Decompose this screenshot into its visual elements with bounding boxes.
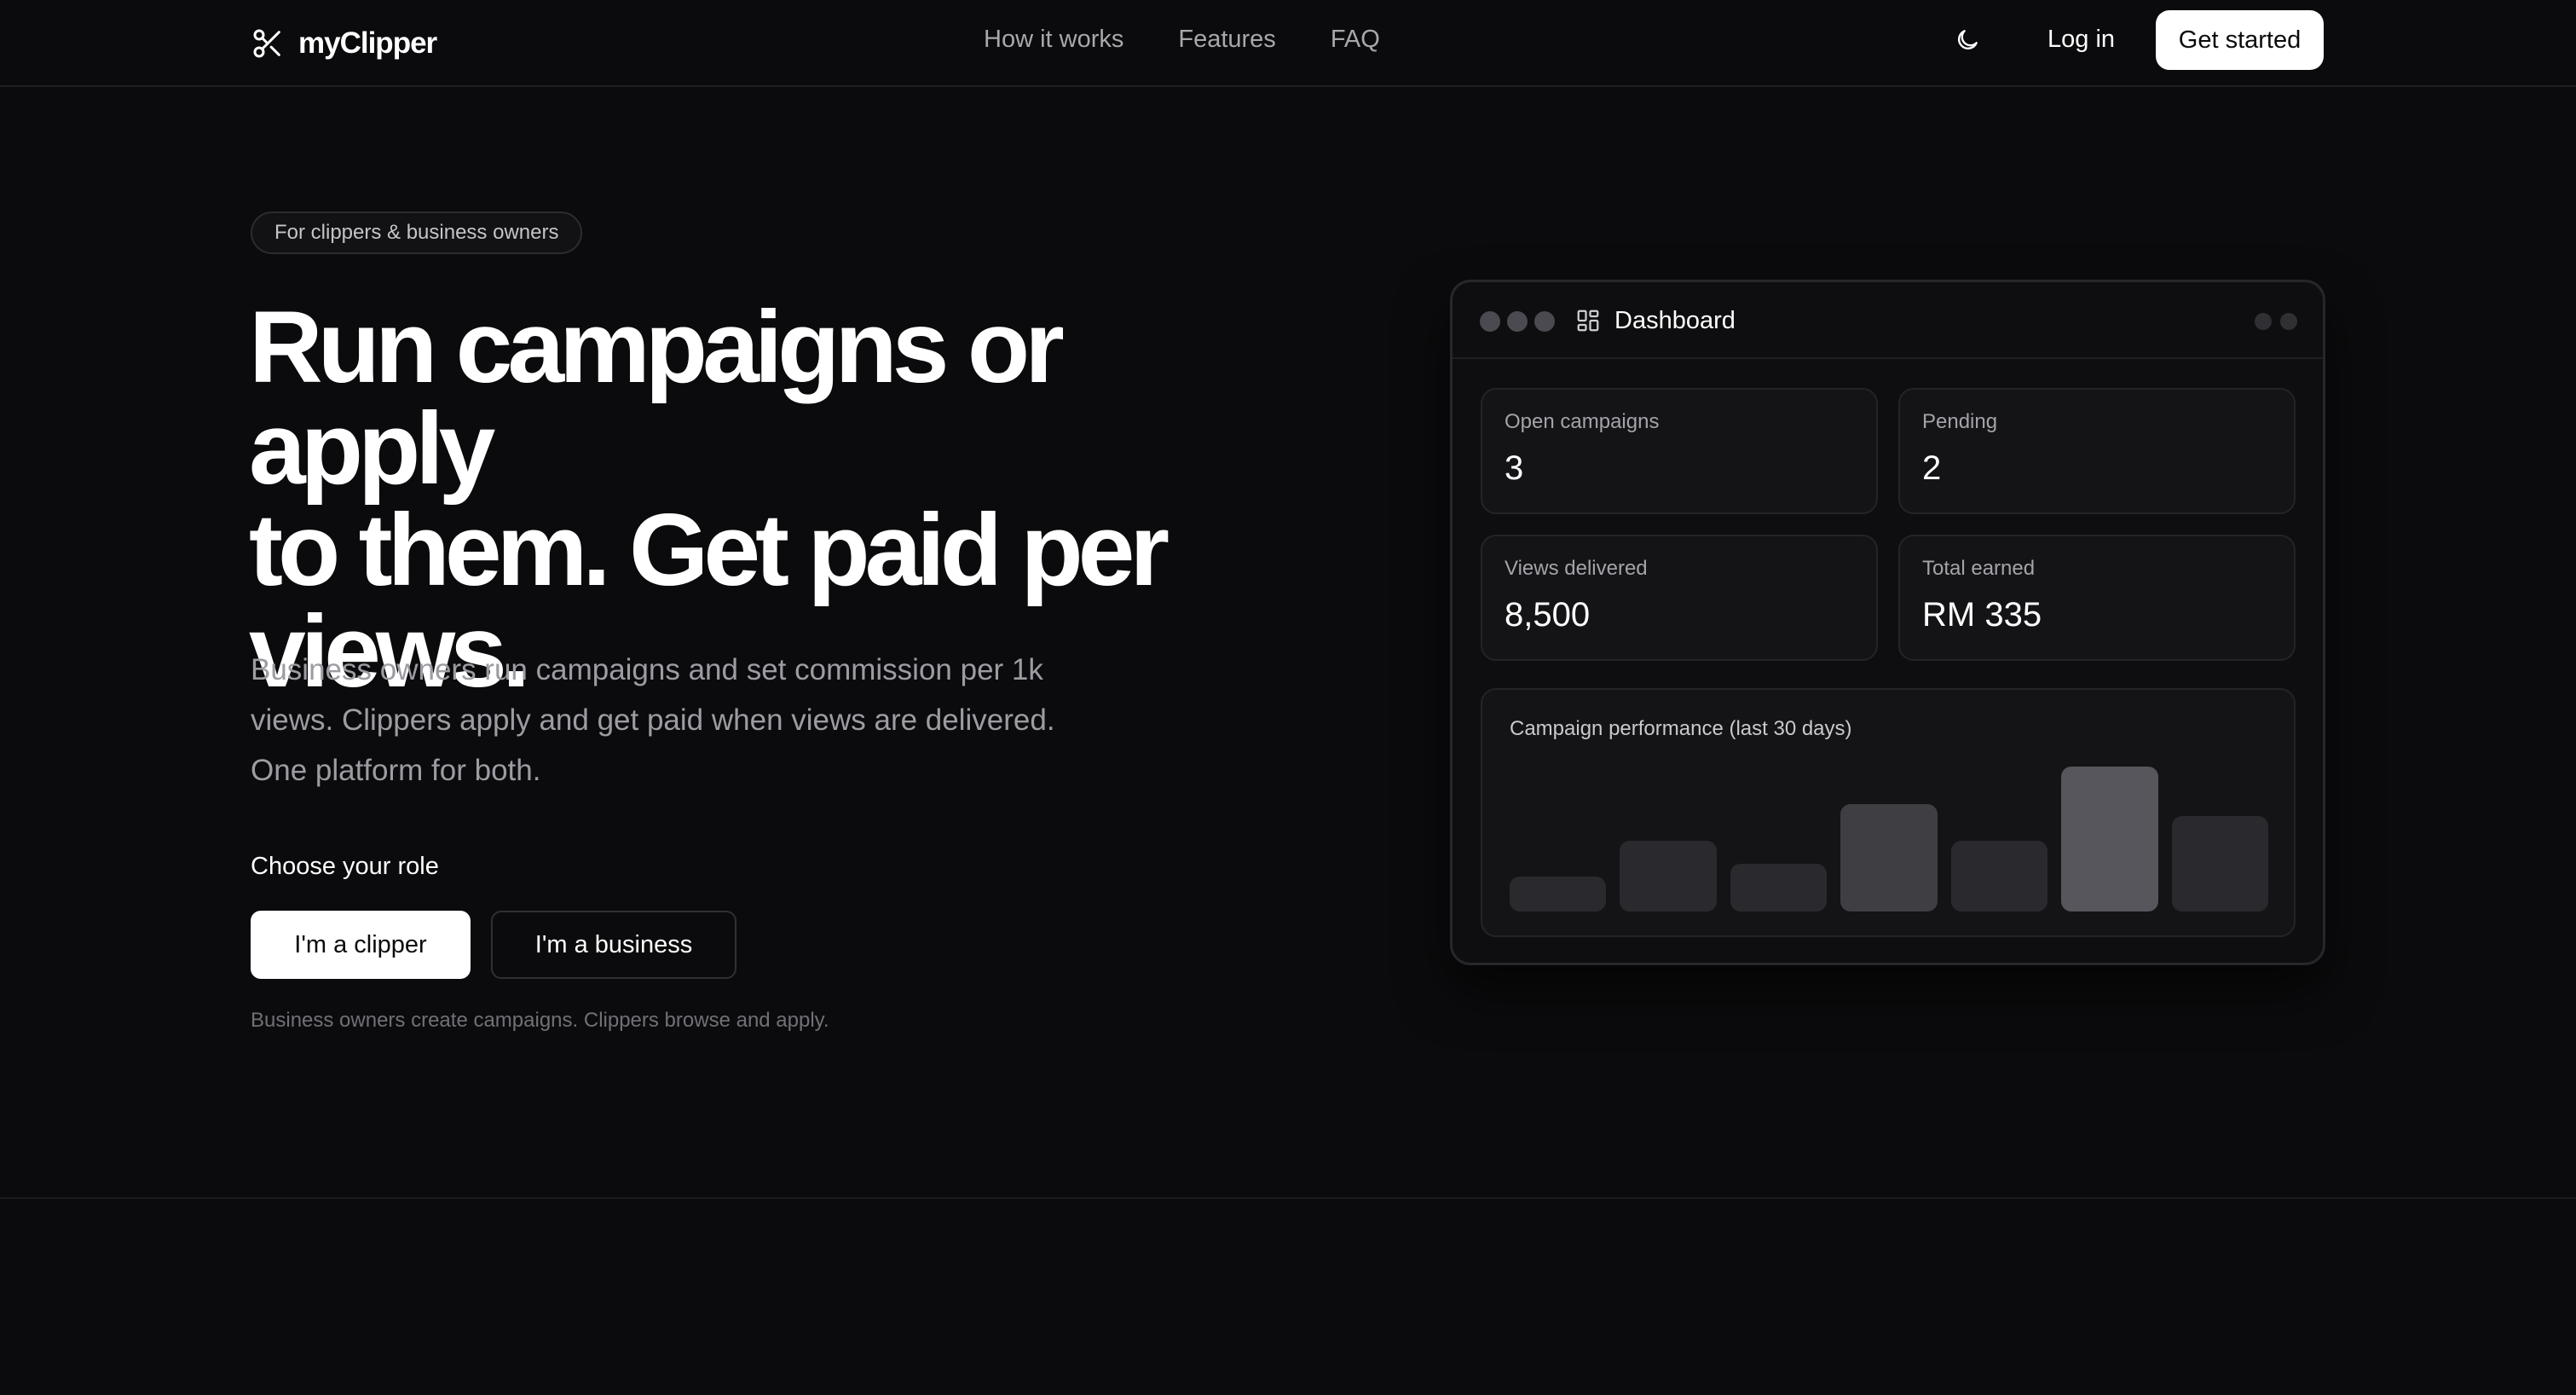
stat-value: 8,500: [1505, 596, 1591, 634]
brand-name: myClipper: [298, 26, 437, 60]
chart-bar: [2171, 816, 2268, 912]
stat-label: Views delivered: [1505, 557, 1648, 580]
headline-line: to them. Get paid per: [249, 493, 1170, 607]
window-dot: [2280, 313, 2297, 330]
clipper-role-button[interactable]: I'm a clipper: [251, 911, 471, 979]
hero-headline: Run campaigns or apply to them. Get paid…: [249, 296, 1255, 703]
window-dot: [2255, 313, 2272, 330]
window-dot: [1480, 311, 1500, 332]
stat-value: 2: [1922, 449, 1942, 487]
bar-chart: [1510, 767, 2268, 912]
description-line: views. Clippers apply and get paid when …: [251, 703, 1055, 737]
top-navbar: myClipper How it works Features FAQ Log …: [0, 0, 2576, 87]
nav-links: How it works Features FAQ: [984, 22, 1380, 56]
grid-icon: [1577, 310, 1599, 332]
stat-card-views-delivered: Views delivered 8,500: [1481, 535, 1878, 661]
performance-chart-card: Campaign performance (last 30 days): [1481, 688, 2296, 937]
hero-description: Business owners run campaigns and set co…: [251, 645, 1112, 796]
chart-bar: [1510, 877, 1607, 912]
stat-label: Pending: [1922, 410, 1998, 433]
description-line: One platform for both.: [251, 754, 541, 787]
stat-label: Open campaigns: [1505, 410, 1660, 433]
chart-bar: [1620, 841, 1717, 912]
dashboard-preview: Dashboard Open campaigns 3 Pending 2 Vie…: [1450, 280, 2325, 965]
window-actions: [2255, 313, 2297, 330]
login-link[interactable]: Log in: [2048, 22, 2115, 56]
section-divider: [0, 1197, 2576, 1199]
window-dot: [1534, 311, 1555, 332]
stat-label: Total earned: [1922, 557, 2036, 580]
brand-logo[interactable]: myClipper: [251, 20, 437, 67]
description-line: Business owners run campaigns and set co…: [251, 653, 1043, 686]
headline-line: Run campaigns or apply: [249, 290, 1065, 506]
stat-value: 3: [1505, 449, 1524, 487]
window-controls: [1480, 311, 1555, 332]
chart-bar: [1840, 804, 1938, 912]
chart-bar: [1730, 864, 1828, 912]
window-dot: [1507, 311, 1528, 332]
stat-card-pending: Pending 2: [1898, 388, 2296, 514]
scissors-icon: [253, 29, 280, 58]
chart-bar: [1950, 841, 2048, 912]
dashboard-header: Dashboard: [1453, 282, 2323, 359]
audience-badge: For clippers & business owners: [251, 211, 583, 254]
landing-page: myClipper How it works Features FAQ Log …: [0, 0, 2576, 1395]
nav-link-faq[interactable]: FAQ: [1331, 22, 1380, 56]
moon-icon: [1958, 30, 1978, 49]
chart-title: Campaign performance (last 30 days): [1510, 717, 1852, 740]
choose-role-label: Choose your role: [251, 853, 439, 880]
dashboard-title: Dashboard: [1614, 307, 1736, 334]
nav-link-how-it-works[interactable]: How it works: [984, 22, 1123, 56]
role-footnote: Business owners create campaigns. Clippe…: [251, 1009, 829, 1032]
business-role-button[interactable]: I'm a business: [491, 911, 736, 979]
stat-card-total-earned: Total earned RM 335: [1898, 535, 2296, 661]
get-started-button[interactable]: Get started: [2156, 10, 2324, 70]
stat-value: RM 335: [1922, 596, 2042, 634]
stat-card-open-campaigns: Open campaigns 3: [1481, 388, 1878, 514]
chart-bar: [2061, 767, 2158, 912]
theme-toggle-button[interactable]: [1952, 25, 1983, 55]
nav-link-features[interactable]: Features: [1178, 22, 1275, 56]
